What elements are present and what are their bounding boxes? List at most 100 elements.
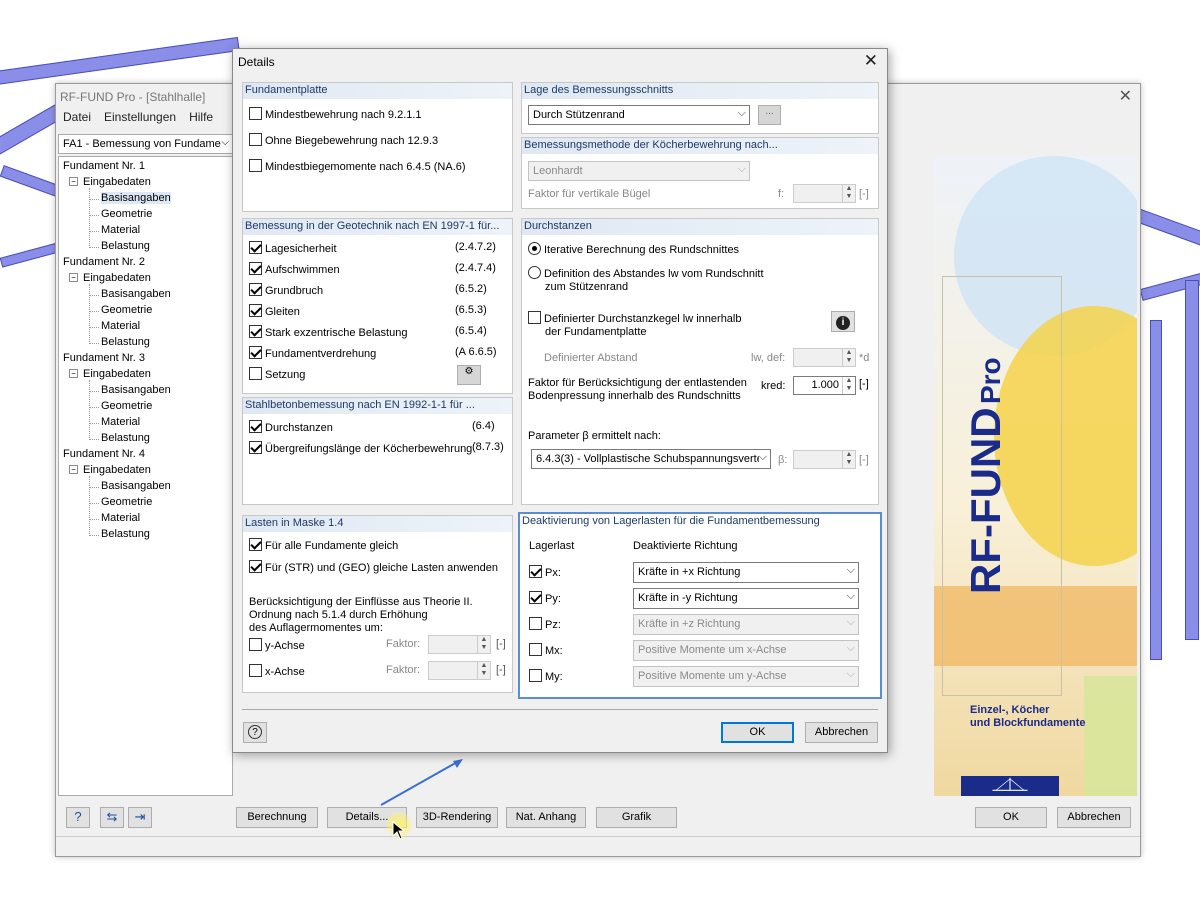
collapse-icon[interactable]: − xyxy=(69,369,78,378)
spinner-icon[interactable]: ▲ ▼ xyxy=(842,185,855,202)
menu-datei[interactable]: Datei xyxy=(63,110,91,124)
axis-row[interactable]: y-Achse xyxy=(249,638,305,652)
beta-input[interactable]: ▲ ▼ xyxy=(793,450,856,469)
checkbox-icon[interactable] xyxy=(529,565,542,578)
help-icon[interactable]: ? xyxy=(243,722,267,743)
close-icon[interactable]: ✕ xyxy=(864,51,878,71)
abstand-input[interactable]: ▲ ▼ xyxy=(793,348,856,367)
tree-leaf[interactable]: Basisangaben xyxy=(101,288,171,300)
checkbox-row[interactable]: Für alle Fundamente gleich xyxy=(249,538,398,552)
checkbox-row[interactable]: Lagesicherheit xyxy=(249,241,337,255)
case-select[interactable]: FA1 - Bemessung von Fundame ⌵ xyxy=(58,134,233,154)
menu-einstellungen[interactable]: Einstellungen xyxy=(104,110,176,124)
tree-leaf[interactable]: Belastung xyxy=(101,336,150,348)
checkbox-icon[interactable] xyxy=(249,283,262,296)
tree-leaf[interactable]: Belastung xyxy=(101,432,150,444)
checkbox-row[interactable]: Setzung xyxy=(249,367,305,381)
spinner-icon[interactable]: ▲ ▼ xyxy=(842,451,855,468)
checkbox-icon[interactable] xyxy=(249,538,262,551)
tree-group[interactable]: Eingabedaten xyxy=(83,176,151,188)
axis-row[interactable]: x-Achse xyxy=(249,664,305,678)
checkbox-row[interactable]: Gleiten xyxy=(249,304,300,318)
tree-leaf[interactable]: Basisangaben xyxy=(101,192,171,204)
spinner-icon[interactable]: ▲ ▼ xyxy=(477,662,490,679)
collapse-icon[interactable]: − xyxy=(69,465,78,474)
nat-anhang-button[interactable]: Nat. Anhang xyxy=(506,807,586,828)
info-icon[interactable]: i xyxy=(831,311,855,332)
tree-leaf[interactable]: Material xyxy=(101,320,140,332)
cb-durchstanzkegel[interactable]: Definierter Durchstanzkegel lw innerhalb xyxy=(528,311,741,325)
checkbox-icon[interactable] xyxy=(528,311,541,324)
tree-fundament[interactable]: Fundament Nr. 1 xyxy=(63,160,145,172)
abbrechen-button[interactable]: Abbrechen xyxy=(805,722,878,743)
checkbox-row[interactable]: Für (STR) und (GEO) gleiche Lasten anwen… xyxy=(249,560,498,574)
factor-input[interactable]: ▲ ▼ xyxy=(428,635,491,654)
tree-leaf[interactable]: Belastung xyxy=(101,240,150,252)
checkbox-icon[interactable] xyxy=(249,133,262,146)
rendering-button[interactable]: 3D-Rendering xyxy=(416,807,498,828)
tree-leaf[interactable]: Geometrie xyxy=(101,208,152,220)
tree-leaf[interactable]: Material xyxy=(101,416,140,428)
param-select[interactable]: 6.4.3(3) - Vollplastische Schubspannungs… xyxy=(531,449,771,469)
checkbox-icon[interactable] xyxy=(249,638,262,651)
checkbox-icon[interactable] xyxy=(249,304,262,317)
checkbox-icon[interactable] xyxy=(249,420,262,433)
lagerlast-row[interactable]: Py: xyxy=(529,591,561,605)
checkbox-icon[interactable] xyxy=(249,241,262,254)
collapse-icon[interactable]: − xyxy=(69,273,78,282)
help-icon[interactable]: ? xyxy=(66,807,90,828)
checkbox-row[interactable]: Übergreifungslänge der Köcherbewehrung xyxy=(249,441,472,455)
tree-leaf[interactable]: Basisangaben xyxy=(101,480,171,492)
grafik-button[interactable]: Grafik xyxy=(596,807,677,828)
checkbox-icon[interactable] xyxy=(529,617,542,630)
checkbox-icon[interactable] xyxy=(529,669,542,682)
tree-leaf[interactable]: Basisangaben xyxy=(101,384,171,396)
checkbox-icon[interactable] xyxy=(249,159,262,172)
close-icon[interactable]: ✕ xyxy=(1119,86,1132,106)
spinner-icon[interactable]: ▲ ▼ xyxy=(842,349,855,366)
tree-leaf[interactable]: Material xyxy=(101,512,140,524)
checkbox-row[interactable]: Mindestbewehrung nach 9.2.1.1 xyxy=(249,107,422,121)
main-ok-button[interactable]: OK xyxy=(975,807,1047,828)
kred-input[interactable]: 1.000 ▲ ▼ xyxy=(793,376,856,395)
koecher-select[interactable]: Leonhardt ⌵ xyxy=(528,161,750,181)
checkbox-row[interactable]: Aufschwimmen xyxy=(249,262,340,276)
tree-leaf[interactable]: Belastung xyxy=(101,528,150,540)
checkbox-row[interactable]: Durchstanzen xyxy=(249,420,333,434)
lagerlast-row[interactable]: My: xyxy=(529,669,563,683)
checkbox-row[interactable]: Grundbruch xyxy=(249,283,323,297)
radio-icon[interactable] xyxy=(528,266,541,279)
tree-leaf[interactable]: Geometrie xyxy=(101,496,152,508)
checkbox-row[interactable]: Stark exzentrische Belastung xyxy=(249,325,407,339)
checkbox-row[interactable]: Mindestbiegemomente nach 6.4.5 (NA.6) xyxy=(249,159,466,173)
checkbox-icon[interactable] xyxy=(249,346,262,359)
checkbox-row[interactable]: Fundamentverdrehung xyxy=(249,346,376,360)
setzung-settings-icon[interactable]: ⚙ xyxy=(457,365,481,385)
spinner-icon[interactable]: ▲ ▼ xyxy=(842,377,855,394)
lagerlast-row[interactable]: Px: xyxy=(529,565,561,579)
checkbox-icon[interactable] xyxy=(529,591,542,604)
lage-more-button[interactable]: ... xyxy=(758,105,781,125)
richtung-select[interactable]: Kräfte in -y Richtung ⌵ xyxy=(633,588,859,609)
export-icon[interactable]: ⇥ xyxy=(128,807,152,828)
richtung-select[interactable]: Positive Momente um x-Achse ⌵ xyxy=(633,640,859,661)
spinner-icon[interactable]: ▲ ▼ xyxy=(477,636,490,653)
richtung-select[interactable]: Positive Momente um y-Achse ⌵ xyxy=(633,666,859,687)
checkbox-icon[interactable] xyxy=(249,560,262,573)
checkbox-row[interactable]: Ohne Biegebewehrung nach 12.9.3 xyxy=(249,133,438,147)
tree-fundament[interactable]: Fundament Nr. 3 xyxy=(63,352,145,364)
lage-select[interactable]: Durch Stützenrand ⌵ xyxy=(528,105,750,125)
checkbox-icon[interactable] xyxy=(249,262,262,275)
tree-fundament[interactable]: Fundament Nr. 2 xyxy=(63,256,145,268)
tree-group[interactable]: Eingabedaten xyxy=(83,272,151,284)
radio-iterative[interactable]: Iterative Berechnung des Rundschnittes xyxy=(528,242,739,256)
tree-leaf[interactable]: Geometrie xyxy=(101,400,152,412)
import-icon[interactable]: ⇆ xyxy=(100,807,124,828)
checkbox-icon[interactable] xyxy=(249,325,262,338)
tree-group[interactable]: Eingabedaten xyxy=(83,368,151,380)
f-input[interactable]: ▲ ▼ xyxy=(793,184,856,203)
lagerlast-row[interactable]: Mx: xyxy=(529,643,563,657)
factor-input[interactable]: ▲ ▼ xyxy=(428,661,491,680)
richtung-select[interactable]: Kräfte in +z Richtung ⌵ xyxy=(633,614,859,635)
checkbox-icon[interactable] xyxy=(529,643,542,656)
